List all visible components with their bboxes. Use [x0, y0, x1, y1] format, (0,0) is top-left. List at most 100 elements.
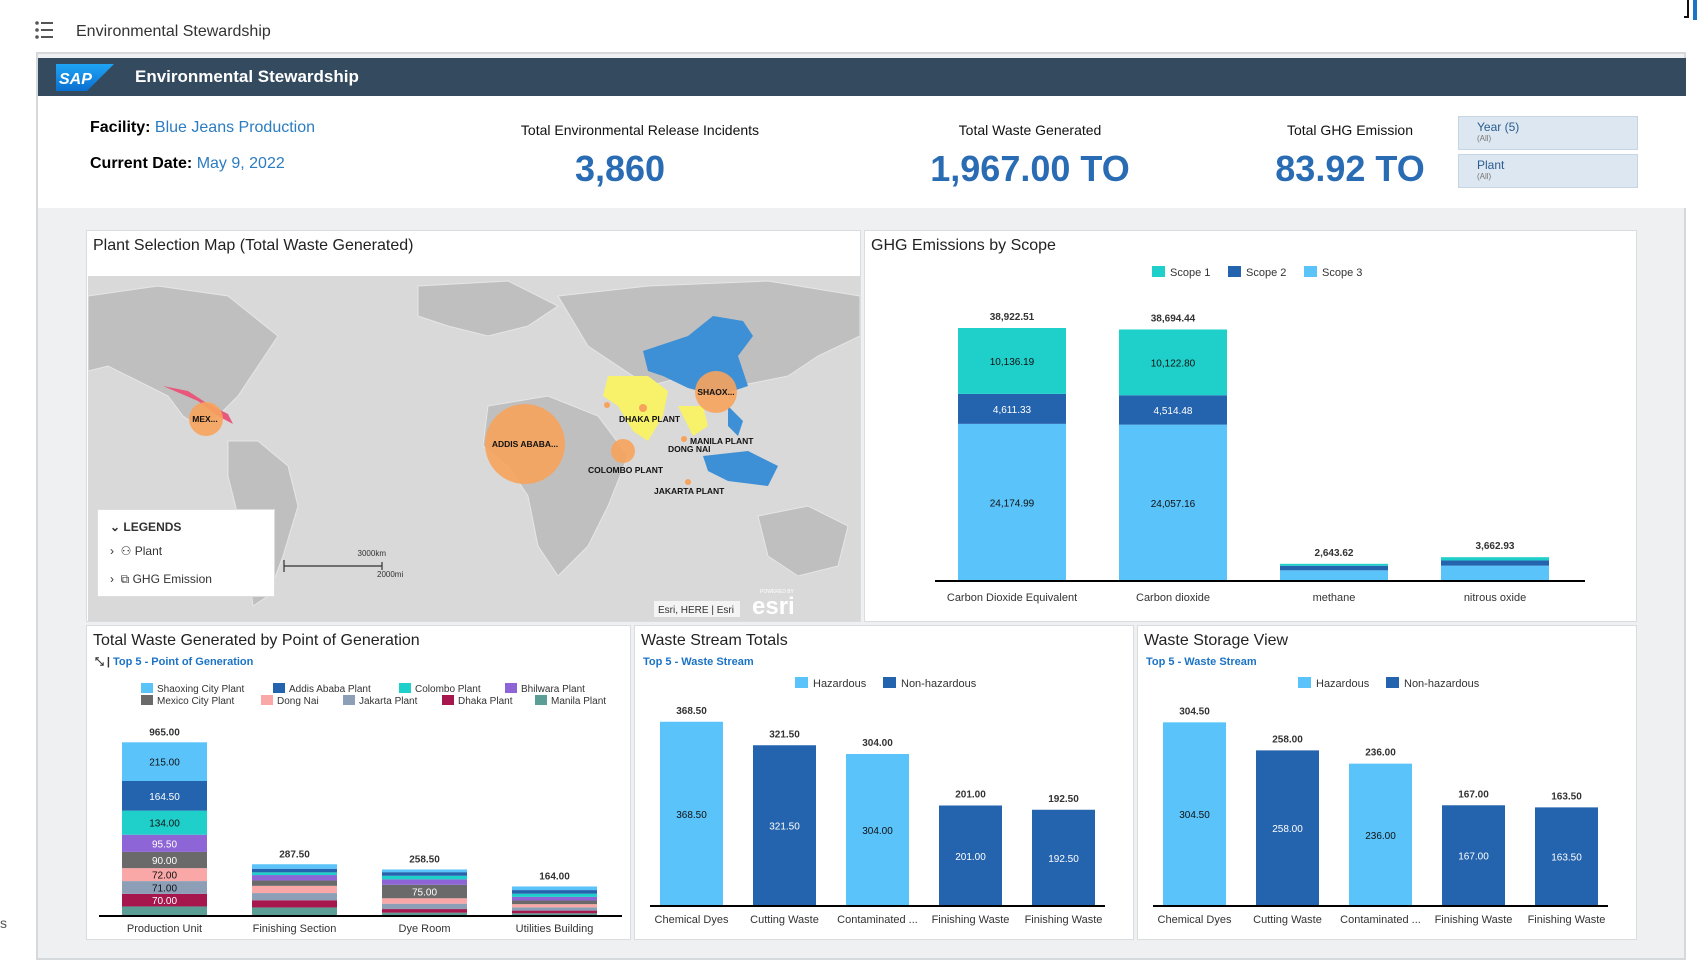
kpi-release-incidents[interactable]: Total Environmental Release Incidents 3,… [470, 122, 810, 190]
waste_stream-total-label: 368.50 [676, 706, 707, 717]
waste-point-bar-segment[interactable] [512, 910, 597, 914]
waste-point-bar-segment[interactable] [252, 893, 337, 901]
waste-point-bar-segment[interactable] [512, 893, 597, 897]
ghg-category-label: nitrous oxide [1464, 592, 1526, 604]
ghg-segment-label: 24,174.99 [990, 498, 1035, 509]
legend-swatch [1152, 266, 1165, 277]
waste-stream-panel: Waste Stream Totals Top 5 - Waste Stream… [634, 625, 1134, 940]
waste-point-segment-label: 71.00 [152, 883, 177, 894]
waste-point-bar-segment[interactable] [382, 909, 467, 913]
facility-value[interactable]: Blue Jeans Production [155, 119, 315, 136]
area-layer-icon: ⧉ [120, 572, 133, 586]
waste_stream-total-label: 304.00 [862, 738, 893, 749]
waste-point-bar-segment[interactable] [252, 875, 337, 881]
waste-point-segment-label: 90.00 [152, 856, 177, 867]
legend-swatch [1386, 677, 1399, 688]
waste_stream-inner-label: 192.50 [1048, 854, 1079, 865]
waste-point-category-label: Dye Room [399, 923, 451, 935]
legend-label: Colombo Plant [415, 684, 481, 695]
ghg-total-label: 38,922.51 [990, 312, 1035, 323]
current-date-value: May 9, 2022 [196, 155, 285, 172]
facility-label: Facility: [90, 119, 151, 136]
legend-swatch [883, 677, 896, 688]
waste-point-bar-segment[interactable] [252, 900, 337, 908]
legend-item-ghg[interactable]: › ⧉ GHG Emission [110, 572, 212, 587]
filter-value: (All) [1477, 172, 1492, 181]
waste-point-bar-segment[interactable] [512, 900, 597, 905]
legend-title-text: LEGENDS [123, 520, 182, 534]
filter-year[interactable]: Year (5) (All) [1458, 116, 1638, 150]
ghg-bar-segment[interactable] [1280, 563, 1388, 566]
ghg-bar-segment[interactable] [1280, 565, 1388, 571]
waste-point-chart[interactable]: Shaoxing City Plant Addis Ababa Plant Colo… [87, 626, 630, 939]
waste-point-bar-segment[interactable] [512, 904, 597, 908]
waste-point-bar-segment[interactable] [382, 869, 467, 873]
top-bar: Environmental Stewardship [0, 0, 1704, 50]
legend-swatch [399, 683, 411, 693]
legend-swatch [141, 695, 153, 705]
waste-storage-chart[interactable]: Hazardous Non-hazardous 304.50 304.50 Chemic… [1138, 626, 1636, 939]
ghg-chart[interactable]: Scope 1 Scope 2 Scope 3 24,174.99 4,611.33 10… [865, 231, 1636, 621]
legend-label: Dong Nai [277, 696, 319, 707]
waste-point-bar-segment[interactable] [512, 886, 597, 891]
scale-mi: 2000mi [377, 570, 403, 579]
legend-item-plant[interactable]: › ⚇ Plant [110, 544, 162, 558]
waste-point-bar-segment[interactable] [252, 872, 337, 876]
ghg-bar-segment[interactable] [1441, 557, 1549, 561]
ghg-category-label: Carbon Dioxide Equivalent [947, 592, 1077, 604]
shell-title: Environmental Stewardship [135, 67, 359, 86]
waste-point-bar-segment[interactable] [382, 875, 467, 880]
waste-stream-chart[interactable]: Hazardous Non-hazardous 368.50 368.50 Chemic… [635, 626, 1133, 939]
legend-label: Bhilwara Plant [521, 684, 585, 695]
ghg-bar-segment[interactable] [1280, 570, 1388, 581]
legend-label: Hazardous [1316, 678, 1370, 690]
waste-point-bar-segment[interactable] [252, 868, 337, 873]
waste-point-segment-label: 215.00 [149, 758, 180, 769]
waste-point-bar-segment[interactable] [252, 880, 337, 886]
current-date-label: Current Date: [90, 155, 193, 172]
kpi-value: 3,860 [574, 148, 666, 189]
waste_storage-category-label: Contaminated ... [1340, 914, 1421, 926]
ghg-segment-label: 4,611.33 [993, 405, 1032, 416]
waste-point-category-label: Finishing Section [253, 923, 337, 935]
kpi-total-waste[interactable]: Total Waste Generated 1,967.00 TO [860, 122, 1200, 190]
waste-point-bar-segment[interactable] [382, 872, 467, 876]
legend-label: Mexico City Plant [157, 696, 234, 707]
waste_storage-category-label: Finishing Waste [1528, 914, 1606, 926]
filter-plant[interactable]: Plant (All) [1458, 154, 1638, 188]
waste-point-bar-segment[interactable] [512, 896, 597, 901]
ghg-bar-segment[interactable] [1441, 565, 1549, 581]
waste-point-bar-segment[interactable] [382, 879, 467, 885]
ghg-segment-label: 10,122.80 [1151, 358, 1196, 369]
waste-point-bar-segment[interactable] [252, 907, 337, 916]
waste-point-bar-segment[interactable] [512, 890, 597, 894]
waste-point-bar-segment[interactable] [382, 903, 467, 910]
waste_storage-total-label: 304.50 [1179, 706, 1210, 717]
map-title: Plant Selection Map (Total Waste Generat… [93, 237, 414, 254]
ghg-bar-segment[interactable] [1441, 560, 1549, 566]
map-label-dhaka: DHAKA PLANT [619, 414, 681, 424]
legend-label: Hazardous [813, 678, 867, 690]
map-label-dong-nai: DONG NAI [668, 444, 711, 454]
waste-point-bar-segment[interactable] [122, 906, 207, 916]
waste_stream-inner-label: 201.00 [955, 852, 986, 863]
waste_storage-inner-label: 236.00 [1365, 831, 1396, 842]
waste-point-bar-segment[interactable] [252, 864, 337, 869]
waste_stream-total-label: 201.00 [955, 790, 986, 801]
waste_stream-category-label: Finishing Waste [932, 914, 1010, 926]
waste_storage-total-label: 236.00 [1365, 748, 1396, 759]
waste-point-bar-segment[interactable] [252, 885, 337, 894]
waste-point-bar-segment[interactable] [382, 898, 467, 904]
chevron-right-icon: › [110, 544, 121, 558]
legend-swatch [535, 695, 547, 705]
ghg-category-label: Carbon dioxide [1136, 592, 1210, 604]
legend-title[interactable]: ⌄ LEGENDS [110, 520, 181, 534]
ghg-total-label: 2,643.62 [1315, 548, 1354, 559]
ghg-panel: GHG Emissions by Scope Scope 1 Scope 2 Sco… [864, 230, 1637, 622]
legend-swatch [1298, 677, 1311, 688]
waste-point-category-label: Production Unit [127, 923, 202, 935]
waste-point-segment-label: 134.00 [149, 819, 180, 830]
legend-swatch [343, 695, 355, 705]
waste-point-bar-segment[interactable] [512, 907, 597, 911]
menu-list-icon[interactable] [34, 20, 54, 40]
